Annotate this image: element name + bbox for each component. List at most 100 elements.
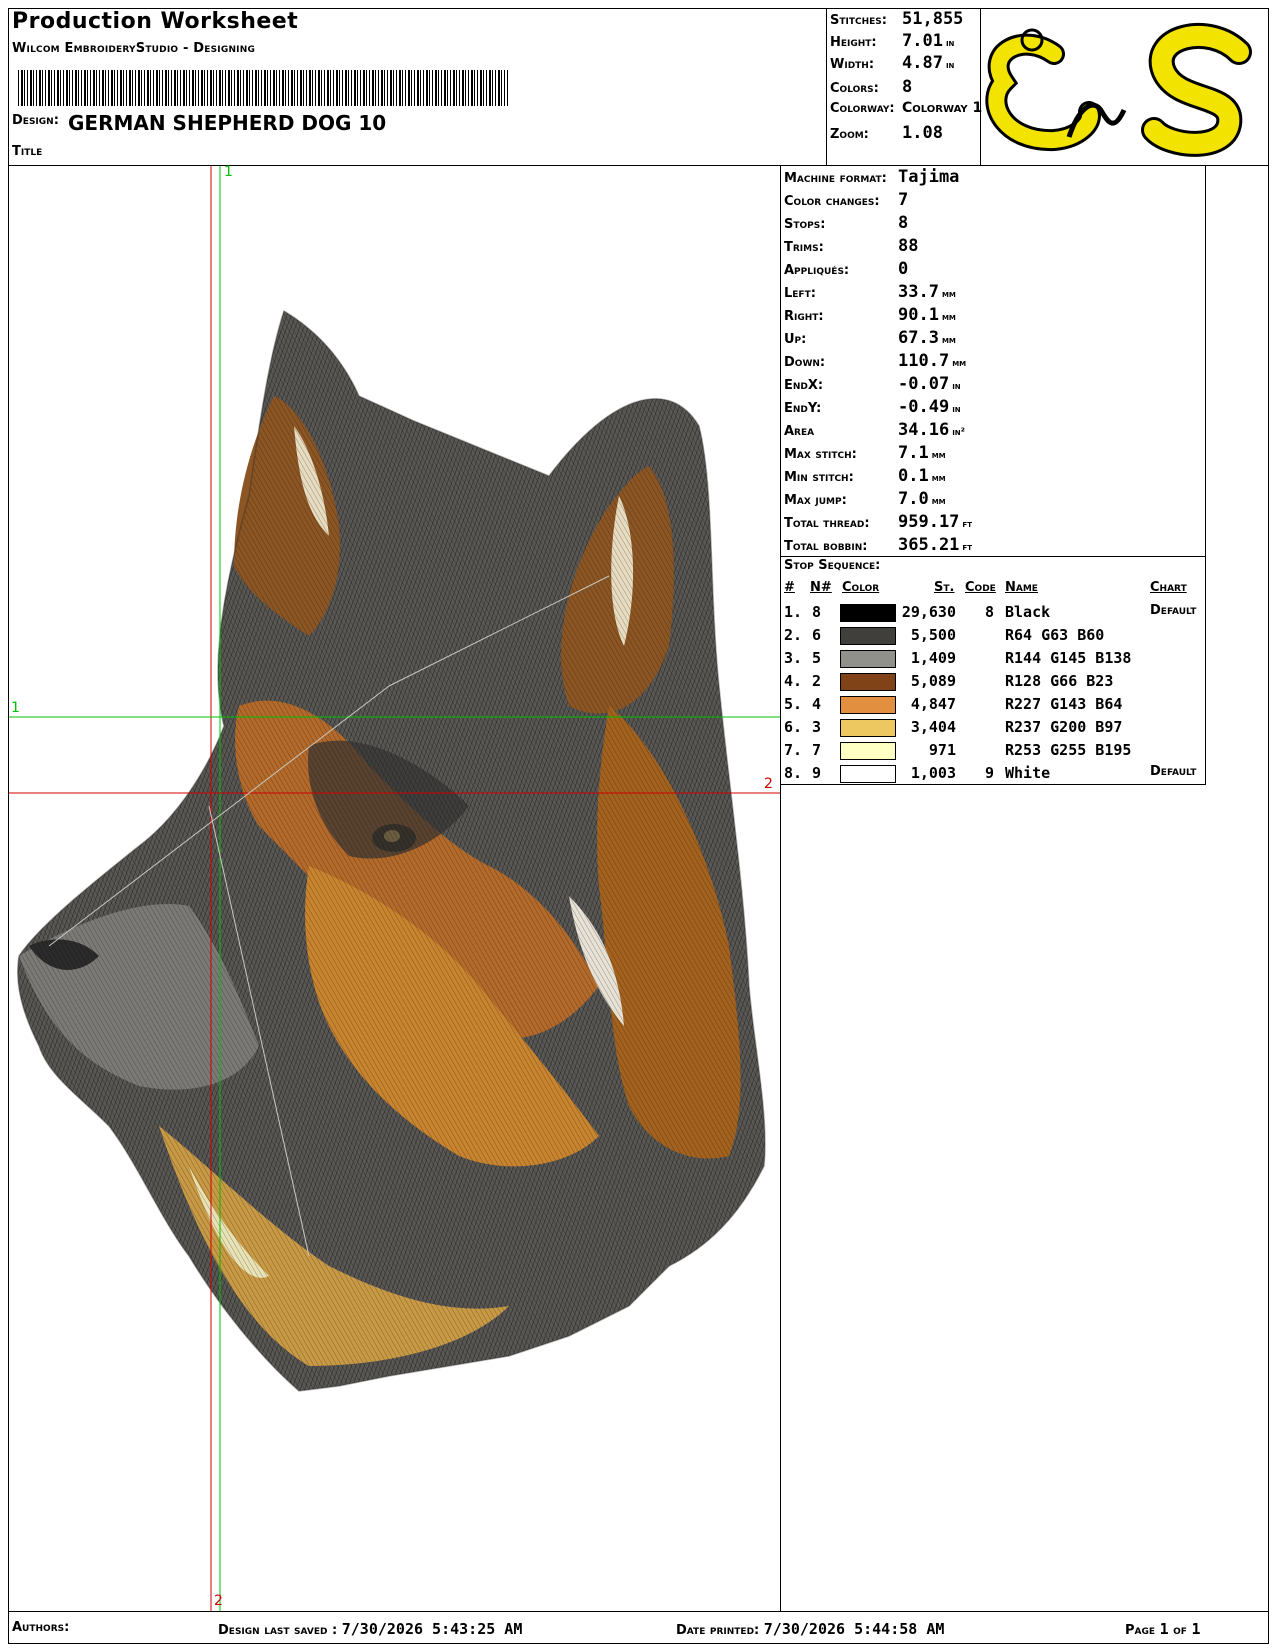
- detail-row: Area 34.16 in²: [784, 420, 965, 440]
- detail-value: -0.07: [898, 374, 950, 394]
- seq-number: 7.: [784, 741, 803, 759]
- stop-sequence-title: Stop Sequence:: [784, 558, 881, 573]
- detail-value: 365.21: [898, 535, 960, 555]
- logo-col-divider: [980, 8, 981, 165]
- col-header-st: St.: [934, 580, 955, 595]
- seq-code: 9: [985, 764, 995, 782]
- detail-value: 8: [898, 213, 909, 233]
- title-label: Title: [12, 144, 43, 159]
- detail-value: 0.1: [898, 466, 929, 486]
- footer-divider: [8, 1611, 1269, 1612]
- col-header-code: Code: [965, 580, 996, 595]
- details-divider: [780, 556, 1205, 557]
- seq-color-name: R237 G200 B97: [1005, 718, 1123, 736]
- summary-colorway: Colorway: Colorway 1: [830, 100, 983, 116]
- seq-needle: 9: [812, 764, 822, 782]
- detail-value: 7.0: [898, 489, 929, 509]
- detail-row: Total thread: 959.17 ft: [784, 512, 972, 532]
- col-header-color: Color: [842, 580, 880, 595]
- detail-row: Color changes: 7: [784, 190, 911, 210]
- seq-stitches: 1,003: [910, 764, 956, 782]
- detail-row: Up: 67.3 mm: [784, 328, 956, 348]
- seq-number: 1.: [784, 603, 803, 621]
- seq-stitches: 971: [928, 741, 956, 759]
- canvas-divider: [780, 165, 781, 1611]
- col-header-chart: Chart: [1150, 580, 1187, 595]
- detail-unit: in²: [952, 427, 966, 438]
- summary-colors: Colors: 8: [830, 77, 913, 97]
- color-swatch: [840, 650, 896, 668]
- detail-label: Up:: [784, 332, 807, 347]
- authors-label: Authors:: [12, 1620, 70, 1635]
- detail-unit: mm: [931, 496, 946, 507]
- detail-label: EndY:: [784, 401, 822, 416]
- guide-label-bottom: 2: [214, 1593, 223, 1609]
- summary-zoom: Zoom: 1.08: [830, 123, 943, 143]
- detail-label: Appliqués:: [784, 263, 850, 278]
- summary-height: Height: 7.01 in: [830, 31, 955, 51]
- seq-color-name: R144 G145 B138: [1005, 649, 1132, 667]
- detail-row: Stops: 8: [784, 213, 911, 233]
- company-logo: [984, 12, 1264, 162]
- summary-width: Width: 4.87 in: [830, 53, 955, 73]
- seq-color-name: R128 G66 B23: [1005, 672, 1114, 690]
- seq-stitches: 5,500: [910, 626, 956, 644]
- seq-needle: 5: [812, 649, 822, 667]
- detail-value: 67.3: [898, 328, 939, 348]
- color-swatch: [840, 627, 896, 645]
- detail-label: Stops:: [784, 217, 826, 232]
- detail-value: 7: [898, 190, 909, 210]
- summary-stitches: Stitches: 51,855: [830, 9, 964, 29]
- guide-label-left: 1: [11, 700, 20, 716]
- detail-label: Down:: [784, 355, 826, 370]
- seq-number: 3.: [784, 649, 803, 667]
- detail-row: EndY: -0.49 in: [784, 397, 961, 417]
- seq-stitches: 3,404: [910, 718, 956, 736]
- detail-row: Trims: 88: [784, 236, 921, 256]
- detail-label: Left:: [784, 286, 816, 301]
- color-swatch: [840, 673, 896, 691]
- color-swatch: [840, 604, 896, 622]
- detail-label: Right:: [784, 309, 824, 324]
- detail-value: -0.49: [898, 397, 950, 417]
- detail-value: 33.7: [898, 282, 939, 302]
- detail-label: Total thread:: [784, 516, 870, 531]
- detail-row: Total bobbin: 365.21 ft: [784, 535, 972, 555]
- seq-stitches: 29,630: [901, 603, 956, 621]
- detail-value: 0: [898, 259, 909, 279]
- seq-stitches: 1,409: [910, 649, 956, 667]
- detail-row: Left: 33.7 mm: [784, 282, 956, 302]
- detail-row: Right: 90.1 mm: [784, 305, 956, 325]
- seq-needle: 4: [812, 695, 822, 713]
- color-swatch: [840, 696, 896, 714]
- detail-row: Max jump: 7.0 mm: [784, 489, 946, 509]
- design-canvas[interactable]: [9, 166, 780, 1611]
- col-header-name: Name: [1005, 580, 1038, 595]
- seq-number: 4.: [784, 672, 803, 690]
- color-swatch: [840, 742, 896, 760]
- detail-label: Color changes:: [784, 194, 880, 209]
- detail-unit: mm: [941, 312, 956, 323]
- detail-label: Area: [784, 424, 815, 439]
- seq-color-name: R64 G63 B60: [1005, 626, 1105, 644]
- detail-value: 90.1: [898, 305, 939, 325]
- detail-unit: in: [952, 404, 961, 415]
- detail-value: 88: [898, 236, 919, 256]
- design-last-saved: Design last saved : 7/30/2026 5:43:25 AM: [218, 1620, 523, 1638]
- detail-label: Machine format:: [784, 171, 887, 186]
- detail-unit: mm: [931, 450, 946, 461]
- detail-value: 959.17: [898, 512, 960, 532]
- design-label: Design:: [12, 113, 59, 128]
- seq-color-name: Black: [1005, 603, 1051, 621]
- detail-label: EndX:: [784, 378, 824, 393]
- detail-row: Appliqués: 0: [784, 259, 911, 279]
- seq-number: 2.: [784, 626, 803, 644]
- seq-needle: 2: [812, 672, 822, 690]
- seq-needle: 8: [812, 603, 822, 621]
- detail-label: Total bobbin:: [784, 539, 868, 554]
- color-swatch: [840, 719, 896, 737]
- detail-unit: mm: [941, 335, 956, 346]
- date-printed: Date printed: 7/30/2026 5:44:58 AM: [676, 1620, 945, 1638]
- detail-row: EndX: -0.07 in: [784, 374, 961, 394]
- detail-label: Min stitch:: [784, 470, 854, 485]
